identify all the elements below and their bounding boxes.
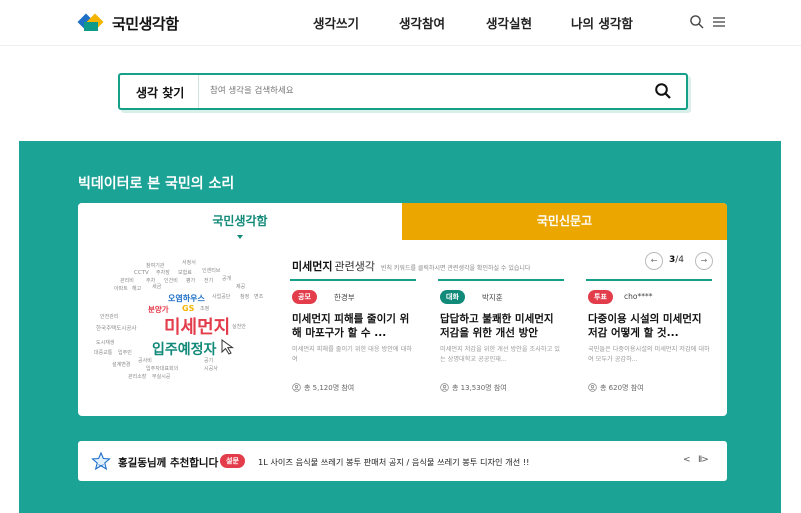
proposal-card[interactable]: 대화 박지훈 답답하고 불쾌한 미세먼지 저감을 위한 개선 방안 미세먼지 저… [438,279,564,404]
cloud-word[interactable]: 주차장 [156,271,170,276]
cloud-word[interactable]: 조정 [200,307,209,312]
recommend-bar: 홍길동님께 추천합니다 설문 1L 사이즈 음식물 쓰레기 봉투 판매처 공지 … [78,441,727,481]
cloud-word[interactable]: 서정서 [182,261,196,266]
cloud-word[interactable]: 입주예정자 [152,343,216,357]
proposal-count: 총 5,120명 참여 [292,383,354,393]
person-icon [588,383,597,392]
cloud-word[interactable]: 시공사 [204,367,218,372]
cloud-word[interactable]: 참정 [240,295,249,300]
cloud-word[interactable]: 전기 [204,279,213,284]
cloud-word[interactable]: 인센티브 [202,269,220,274]
proposal-card[interactable]: 공모 한경부 미세먼지 피해를 줄이기 위해 마포구가 할 수 ... 미세먼지… [290,279,416,404]
cloud-word[interactable]: 해고 [132,287,141,292]
recommend-badge: 설문 [220,454,245,468]
cloud-word[interactable]: 보험료 [178,271,192,276]
tab-epeople[interactable]: 국민신문고 [402,203,727,240]
nav-my[interactable]: 나의 생각함 [571,13,633,32]
cloud-word[interactable]: 참여기관 [146,264,164,269]
cloud-word[interactable]: 세금 [152,285,161,290]
search-box: 생각 찾기 [118,73,688,110]
pager-next-button[interactable]: → [695,252,713,270]
recommend-link[interactable]: 1L 사이즈 음식물 쓰레기 봉투 판매처 공지 / 음식물 쓰레기 봉투 디자… [258,456,529,468]
proposal-badge: 투표 [588,290,613,304]
star-icon [91,452,111,470]
cloud-word[interactable]: 인건비 [164,279,178,284]
person-icon [292,383,301,392]
cloud-word[interactable]: 아파트 [114,287,128,292]
menu-icon[interactable] [711,14,727,30]
cloud-word[interactable]: 부실시공 [152,375,170,380]
proposal-card[interactable]: 투표 cho**** 다중이용 시설의 미세먼지 저감 어떻게 할 것... 국… [586,279,712,404]
recommend-title: 홍길동님께 추천합니다 [118,457,219,469]
search-input[interactable] [210,81,630,101]
cursor-arrow-icon [221,339,235,355]
cloud-word[interactable]: 분양가 [148,306,169,314]
cloud-word[interactable]: 대중교통 [94,351,112,356]
bigdata-title: 빅데이터로 본 국민의 소리 [78,176,235,192]
recommend-pause-button[interactable]: II> [698,455,709,465]
cloud-word[interactable]: 미세먼지 [164,319,230,337]
proposal-divider [586,279,712,281]
proposal-pager: ← 3/4 → [645,252,715,270]
search-icon[interactable] [689,14,705,30]
proposal-author: cho**** [624,292,653,301]
cloud-word[interactable]: 평가 [186,279,195,284]
pager-total: /4 [675,255,685,265]
search-submit-icon[interactable] [654,82,672,100]
recommend-prev-button[interactable]: < [683,455,691,465]
proposal-divider [290,279,416,281]
proposal-count: 총 13,530명 참여 [440,383,507,393]
cloud-word[interactable]: 실천안 [232,325,246,330]
site-header: 국민생각함 생각쓰기 생각참여 생각실현 나의 생각함 [0,0,801,46]
cloud-word[interactable]: 공기 [204,359,213,364]
topic-hint: 빈칙 키워드를 클릭하시면 관련생각을 확인하실 수 있습니다 [380,265,531,272]
proposal-count-text: 총 5,120명 참여 [304,384,355,392]
cloud-word[interactable]: 안전관리 [100,315,118,320]
topic-keyword: 미세먼지 [292,260,333,273]
cloud-word[interactable]: CCTV [134,270,149,277]
proposal-title[interactable]: 다중이용 시설의 미세먼지 저감 어떻게 할 것... [588,312,712,340]
cloud-word[interactable]: 관리비 [120,279,134,284]
proposal-count-text: 총 620명 참여 [600,384,644,392]
proposal-count-text: 총 13,530명 참여 [452,384,507,392]
cloud-word[interactable]: 공개 [222,277,231,282]
topic-suffix: 관련생각 [334,260,375,273]
proposal-desc: 국민들은 다중이용시설의 미세먼지 저감에 대하여 모두가 공감하... [588,346,710,363]
word-cloud: 참여기관 서정서 CCTV 주차장 보험료 인센티브 관리비 주차 인건비 평가… [92,255,272,403]
proposal-badge: 공모 [292,290,317,304]
tab-caret-icon [237,235,243,239]
proposal-desc: 미세먼지 피해를 줄이기 위한 대응 방안에 대하여 [292,346,412,363]
nav-realize[interactable]: 생각실현 [486,13,532,32]
cloud-word[interactable]: GS [182,305,194,313]
search-divider [198,75,199,108]
cloud-word[interactable]: 한국주택도시공사 [96,326,136,333]
cloud-word[interactable]: 오염하우스 [168,295,205,303]
nav-write[interactable]: 생각쓰기 [313,13,359,32]
main-nav: 생각쓰기 생각참여 생각실현 나의 생각함 [0,13,801,33]
cloud-word[interactable]: 사업공단 [212,295,230,300]
bigdata-card: 국민생각함 국민신문고 참여기관 서정서 CCTV 주차장 보험료 인센티브 관… [78,203,727,416]
search-label: 생각 찾기 [136,86,185,100]
proposal-desc: 미세먼지 저감을 위한 개선 방안을 조사하고 있는 상명대학교 공공인재... [440,346,560,363]
proposal-count: 총 620명 참여 [588,383,644,393]
proposal-title[interactable]: 미세먼지 피해를 줄이기 위해 마포구가 할 수 ... [292,312,416,340]
cloud-word[interactable]: 입주자대표회의 [146,367,178,372]
pager-text: 3/4 [669,255,684,265]
cloud-word[interactable]: 입주민 [118,351,132,356]
cloud-word[interactable]: 제공 [236,285,245,290]
topic-header: 미세먼지 관련생각 빈칙 키워드를 클릭하시면 관련생각을 확인하실 수 있습니다 [292,255,531,273]
pager-prev-button[interactable]: ← [645,252,663,270]
cloud-word[interactable]: 변조 [254,295,263,300]
cloud-word[interactable]: 설계변경 [112,363,130,368]
person-icon [440,383,449,392]
proposal-author: 한경부 [334,293,355,302]
nav-participate[interactable]: 생각참여 [399,13,445,32]
proposal-title[interactable]: 답답하고 불쾌한 미세먼지 저감을 위한 개선 방안 [440,312,564,340]
proposal-badge: 대화 [440,290,465,304]
proposal-divider [438,279,564,281]
cloud-word[interactable]: 관리소장 [128,375,146,380]
cloud-word[interactable]: 도시재생 [96,341,114,346]
cloud-word[interactable]: 공사비 [138,359,152,364]
proposal-author: 박지훈 [482,293,503,302]
